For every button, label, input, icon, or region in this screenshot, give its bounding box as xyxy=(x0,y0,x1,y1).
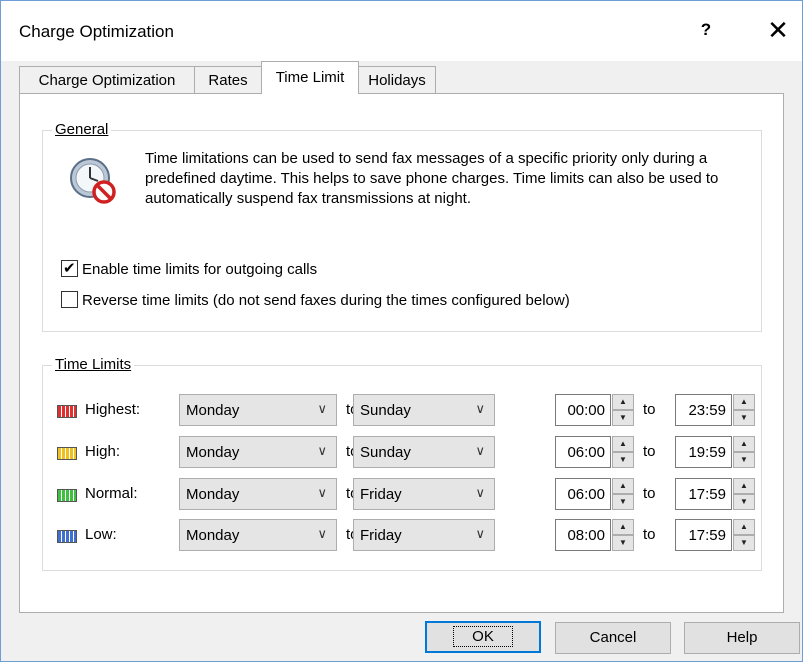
from-day-select-highest[interactable]: Monday ∨ xyxy=(179,394,337,426)
from-time-spinner-low[interactable]: ▲ ▼ xyxy=(612,519,634,551)
to-label: to xyxy=(643,526,656,543)
spin-down-icon[interactable]: ▼ xyxy=(612,494,634,510)
chevron-down-icon: ∨ xyxy=(475,526,485,541)
from-time-spinner-normal[interactable]: ▲ ▼ xyxy=(612,478,634,510)
spin-down-icon[interactable]: ▼ xyxy=(733,535,755,551)
chevron-down-icon: ∨ xyxy=(475,401,485,416)
enable-time-limits-label[interactable]: Enable time limits for outgoing calls xyxy=(82,261,317,278)
chevron-down-icon: ∨ xyxy=(317,526,327,541)
spin-up-icon[interactable]: ▲ xyxy=(612,394,634,410)
to-time-spinner-high[interactable]: ▲ ▼ xyxy=(733,436,755,468)
spin-up-icon[interactable]: ▲ xyxy=(612,478,634,494)
help-button[interactable]: Help xyxy=(684,622,800,654)
time-limit-panel: General Time limitations can be used to … xyxy=(19,93,784,613)
spin-down-icon[interactable]: ▼ xyxy=(612,410,634,426)
chevron-down-icon: ∨ xyxy=(317,401,327,416)
chevron-down-icon: ∨ xyxy=(475,443,485,458)
help-icon[interactable]: ? xyxy=(691,15,721,45)
to-time-field-low[interactable]: 17:59 xyxy=(675,519,732,551)
priority-highest-label: Highest: xyxy=(85,401,141,418)
priority-high-label: High: xyxy=(85,443,121,460)
from-time-field-high[interactable]: 06:00 xyxy=(555,436,611,468)
to-time-spinner-highest[interactable]: ▲ ▼ xyxy=(733,394,755,426)
spin-down-icon[interactable]: ▼ xyxy=(733,452,755,468)
spin-up-icon[interactable]: ▲ xyxy=(733,478,755,494)
from-time-field-normal[interactable]: 06:00 xyxy=(555,478,611,510)
to-time-field-normal[interactable]: 17:59 xyxy=(675,478,732,510)
spin-down-icon[interactable]: ▼ xyxy=(733,410,755,426)
from-day-select-normal[interactable]: Monday ∨ xyxy=(179,478,337,510)
tab-charge-optimization[interactable]: Charge Optimization xyxy=(19,66,195,94)
spin-up-icon[interactable]: ▲ xyxy=(733,436,755,452)
to-day-select-normal[interactable]: Friday ∨ xyxy=(353,478,495,510)
chevron-down-icon: ∨ xyxy=(317,443,327,458)
spin-up-icon[interactable]: ▲ xyxy=(612,519,634,535)
from-time-field-highest[interactable]: 00:00 xyxy=(555,394,611,426)
tab-rates[interactable]: Rates xyxy=(194,66,262,94)
general-group-label: General xyxy=(52,121,112,138)
spin-down-icon[interactable]: ▼ xyxy=(733,494,755,510)
from-day-select-high[interactable]: Monday ∨ xyxy=(179,436,337,468)
to-label: to xyxy=(643,485,656,502)
tab-time-limit[interactable]: Time Limit xyxy=(261,61,359,94)
chevron-down-icon: ∨ xyxy=(317,485,327,500)
checkmark-icon: ✔ xyxy=(63,260,76,277)
from-time-spinner-high[interactable]: ▲ ▼ xyxy=(612,436,634,468)
from-day-select-low[interactable]: Monday ∨ xyxy=(179,519,337,551)
to-day-select-high[interactable]: Sunday ∨ xyxy=(353,436,495,468)
to-day-select-low[interactable]: Friday ∨ xyxy=(353,519,495,551)
to-day-select-highest[interactable]: Sunday ∨ xyxy=(353,394,495,426)
title-bar: Charge Optimization ? ✕ xyxy=(1,1,802,61)
to-label: to xyxy=(643,443,656,460)
priority-high-icon xyxy=(57,447,77,460)
tab-holidays[interactable]: Holidays xyxy=(358,66,436,94)
enable-time-limits-checkbox[interactable]: ✔ xyxy=(61,260,78,277)
reverse-time-limits-label[interactable]: Reverse time limits (do not send faxes d… xyxy=(82,292,570,309)
priority-highest-icon xyxy=(57,405,77,418)
spin-up-icon[interactable]: ▲ xyxy=(733,394,755,410)
spin-up-icon[interactable]: ▲ xyxy=(612,436,634,452)
from-time-field-low[interactable]: 08:00 xyxy=(555,519,611,551)
priority-normal-label: Normal: xyxy=(85,485,138,502)
spin-up-icon[interactable]: ▲ xyxy=(733,519,755,535)
charge-optimization-dialog: Charge Optimization ? ✕ Charge Optimizat… xyxy=(0,0,803,662)
priority-low-icon xyxy=(57,530,77,543)
clock-prohibited-icon xyxy=(70,158,116,204)
chevron-down-icon: ∨ xyxy=(475,485,485,500)
to-time-field-highest[interactable]: 23:59 xyxy=(675,394,732,426)
time-limits-group-label: Time Limits xyxy=(52,356,135,373)
window-title: Charge Optimization xyxy=(19,22,174,41)
spin-down-icon[interactable]: ▼ xyxy=(612,535,634,551)
priority-low-label: Low: xyxy=(85,526,117,543)
general-description: Time limitations can be used to send fax… xyxy=(145,150,719,207)
to-label: to xyxy=(643,401,656,418)
priority-normal-icon xyxy=(57,489,77,502)
to-time-spinner-normal[interactable]: ▲ ▼ xyxy=(733,478,755,510)
cancel-button[interactable]: Cancel xyxy=(555,622,671,654)
reverse-time-limits-checkbox[interactable] xyxy=(61,291,78,308)
from-time-spinner-highest[interactable]: ▲ ▼ xyxy=(612,394,634,426)
ok-button[interactable]: OK xyxy=(425,621,541,653)
spin-down-icon[interactable]: ▼ xyxy=(612,452,634,468)
to-time-field-high[interactable]: 19:59 xyxy=(675,436,732,468)
to-time-spinner-low[interactable]: ▲ ▼ xyxy=(733,519,755,551)
close-icon[interactable]: ✕ xyxy=(761,13,795,47)
